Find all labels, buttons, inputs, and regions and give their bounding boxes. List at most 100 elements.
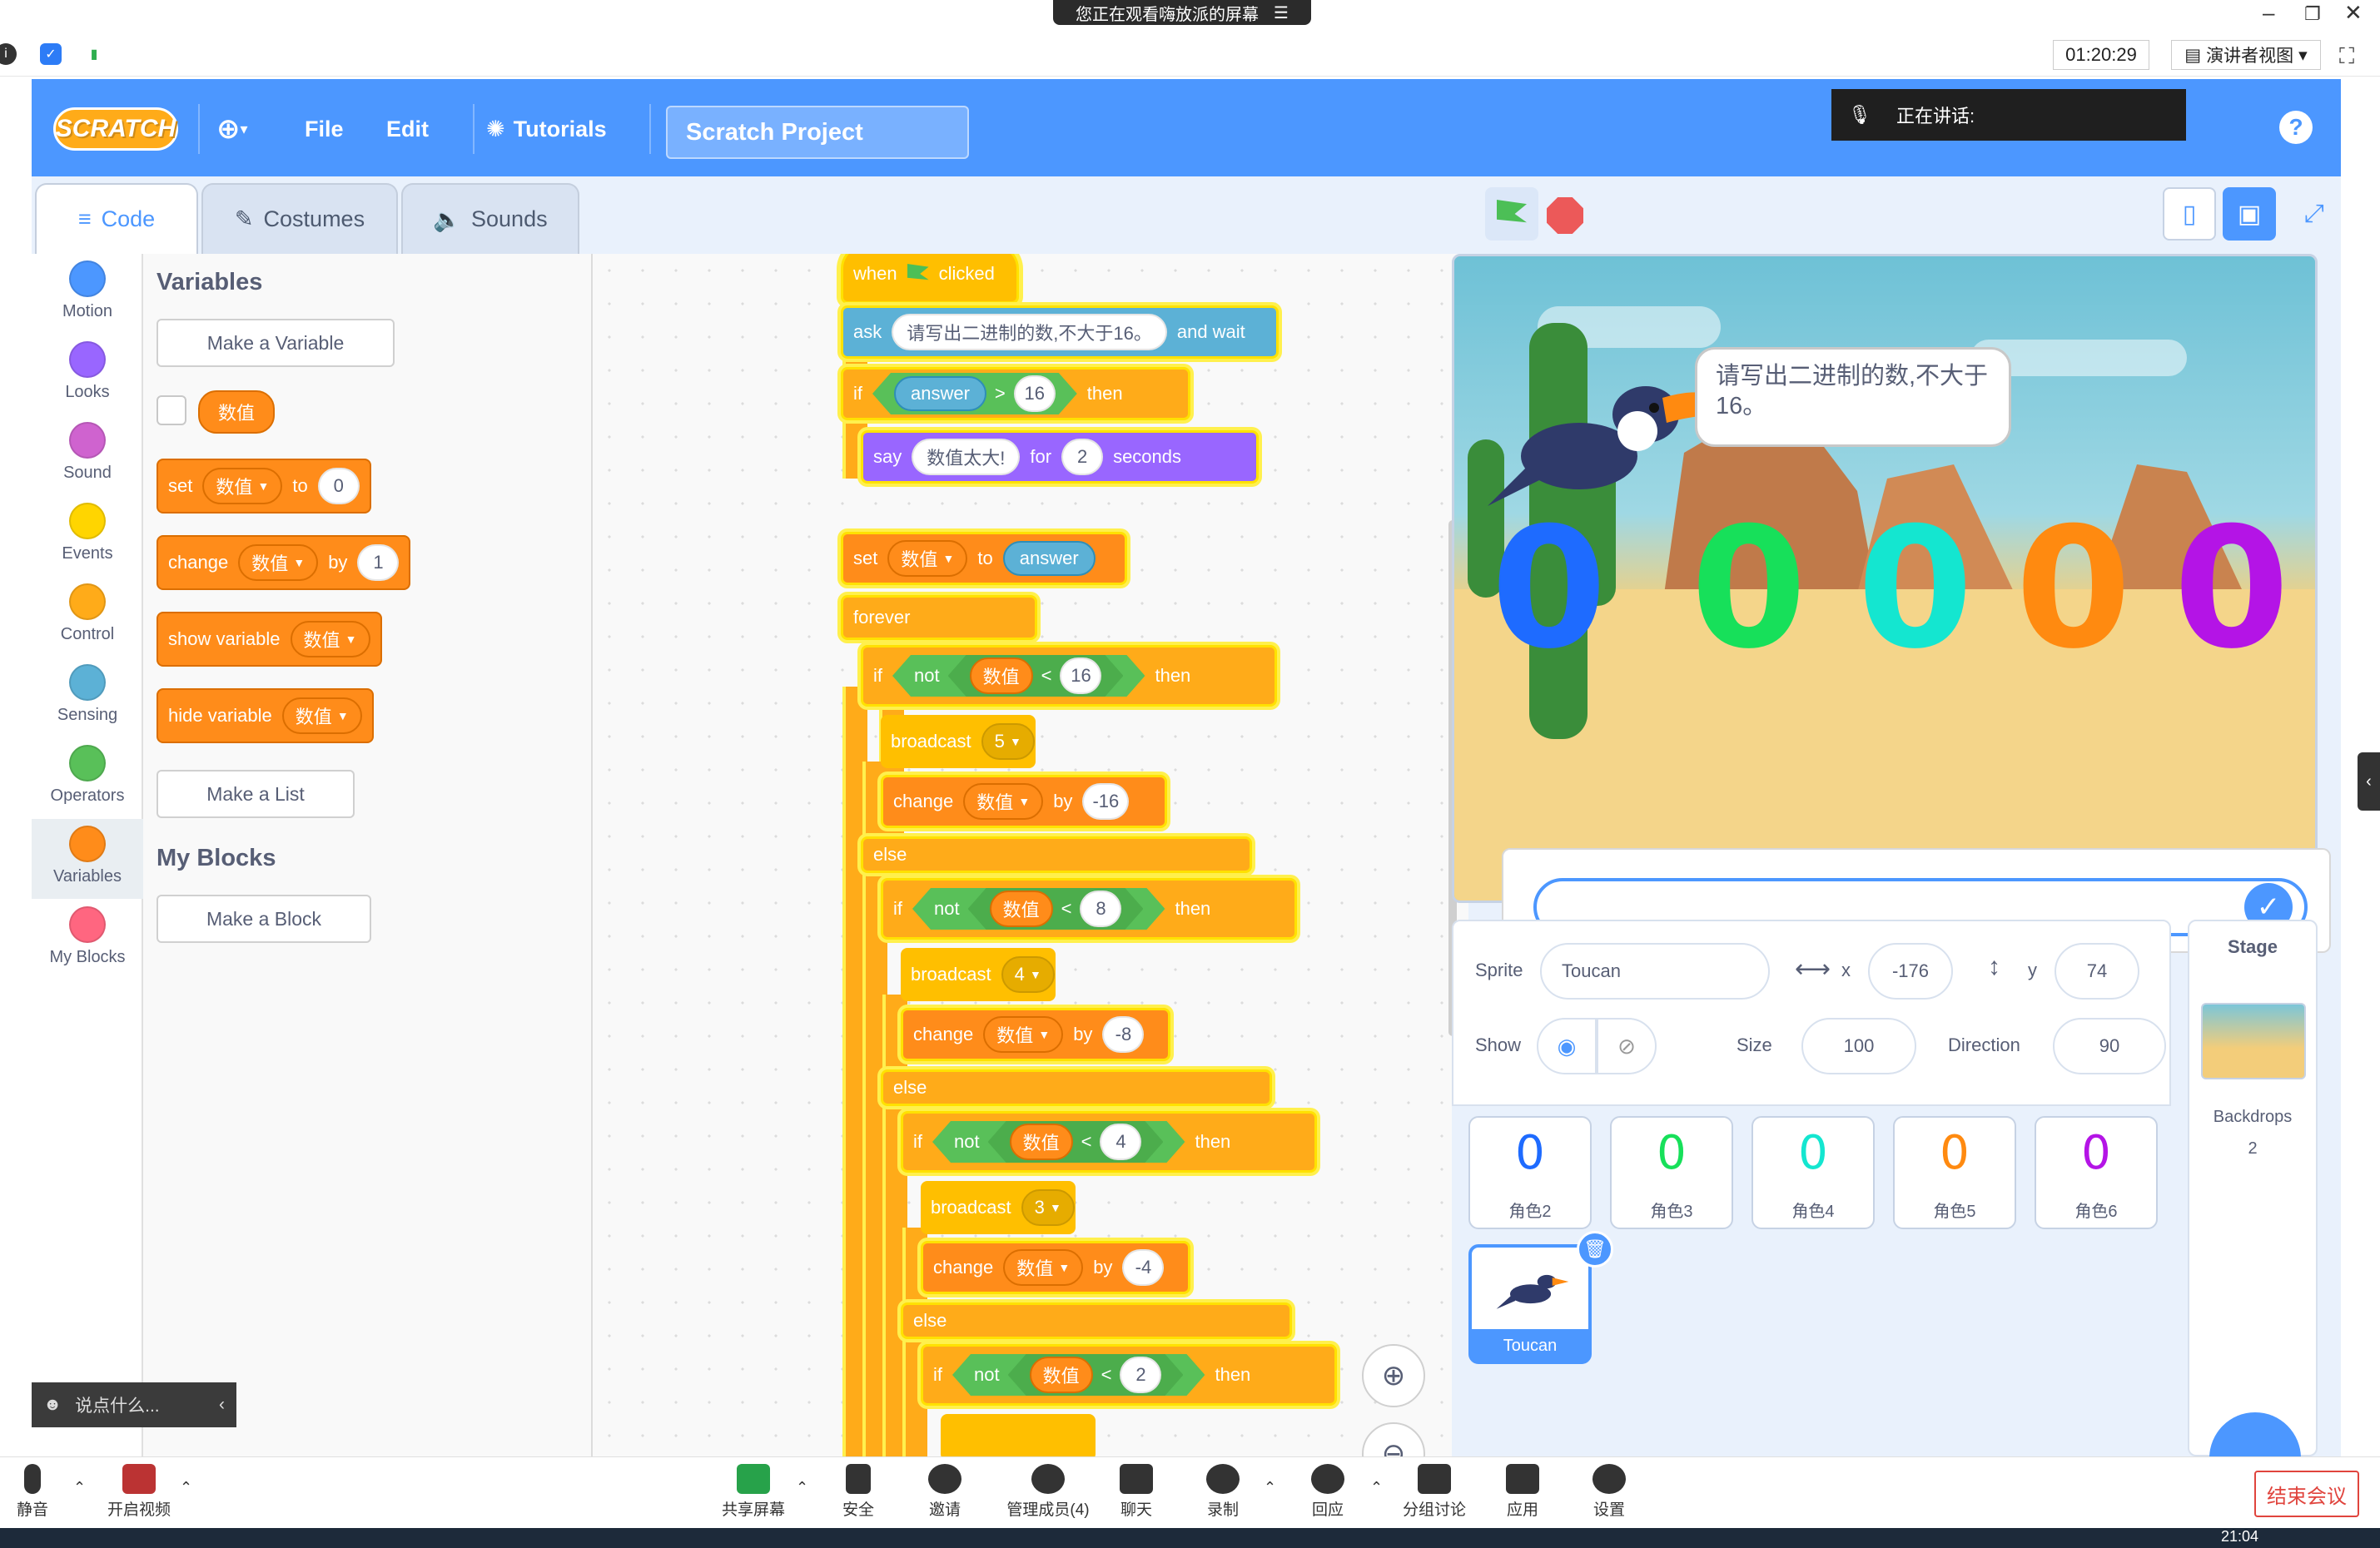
stop-button[interactable] [1547,197,1583,234]
participants-button[interactable]: 管理成员(4) [994,1464,1102,1520]
set-variable-block[interactable]: set 数值 ▼ to answer [841,532,1127,585]
variable-reporter[interactable]: 数值 [970,657,1033,694]
category-variables[interactable]: Variables [32,819,143,899]
message-dropdown[interactable]: 5 ▼ [981,723,1035,760]
close-icon[interactable]: ✕ [2344,0,2363,26]
make-block-button[interactable]: Make a Block [157,895,371,943]
variable-dropdown[interactable]: 数值 ▼ [202,468,283,504]
forever-block[interactable]: forever [841,595,1037,640]
variable-dropdown[interactable]: 数值 ▼ [1003,1249,1084,1286]
stage-target-pane[interactable]: Stage Backdrops 2 [2188,920,2318,1456]
chevron-up-icon[interactable]: ⌃ [73,1479,86,1496]
compare-value-input[interactable]: 4 [1100,1124,1141,1160]
scratch-logo[interactable]: SCRATCH [53,107,178,151]
category-motion[interactable]: Motion [32,254,143,334]
value-input[interactable]: 0 [317,468,360,504]
mute-button[interactable]: 静音 [0,1464,78,1520]
sprite-tile[interactable]: 0 角色4 [1751,1116,1875,1229]
variable-reporter[interactable]: 数值 [990,891,1053,927]
compare-value-input[interactable]: 2 [1120,1357,1161,1393]
value-input[interactable]: -4 [1122,1249,1165,1286]
message-dropdown[interactable]: 4 ▼ [1001,956,1055,993]
invite-button[interactable]: 邀请 [899,1464,991,1520]
less-than-operator[interactable]: 数值 < 4 [988,1121,1164,1163]
security-button[interactable]: 安全 [812,1464,904,1520]
change-variable-block[interactable]: change 数值 ▼ by 1 [157,535,411,590]
if-then-block[interactable]: if answer > 16 then [841,367,1190,420]
tab-sounds[interactable]: 🔈 Sounds [401,183,579,254]
variable-reporter[interactable]: 数值 [1030,1357,1093,1393]
language-menu[interactable]: ⊕ ▾ [216,112,248,146]
sprite-tile[interactable]: 0 角色3 [1610,1116,1733,1229]
sprite-tile-selected[interactable]: Toucan [1468,1244,1592,1364]
change-variable-block[interactable]: change 数值 ▼ by -16 [881,775,1167,828]
less-than-operator[interactable]: 数值 < 2 [1008,1354,1184,1396]
size-input[interactable]: 100 [1801,1018,1916,1074]
sprite-tile[interactable]: 0 角色2 [1468,1116,1592,1229]
y-input[interactable]: 74 [2055,943,2139,1000]
category-sensing[interactable]: Sensing [32,657,143,737]
tutorials-menu[interactable]: ✺ Tutorials [486,112,607,146]
choose-backdrop-button[interactable] [2209,1412,2301,1456]
reactions-button[interactable]: 回应 [1282,1464,1374,1520]
chevron-up-icon[interactable]: ⌃ [180,1479,192,1496]
chevron-up-icon[interactable]: ⌃ [796,1479,808,1496]
if-then-block[interactable]: if not 数值 < 2 then [921,1344,1337,1406]
compare-value-input[interactable]: 8 [1080,891,1121,927]
compare-value-input[interactable]: 16 [1014,375,1056,412]
not-operator[interactable]: not 数值 < 16 [892,655,1145,697]
help-icon[interactable]: ? [2279,111,2313,144]
hide-sprite-toggle[interactable]: ⊘ [1597,1018,1657,1074]
message-dropdown[interactable]: 3 ▼ [1021,1189,1075,1226]
answer-reporter[interactable]: answer [1002,541,1096,576]
x-input[interactable]: -176 [1868,943,1953,1000]
value-input[interactable]: -8 [1102,1016,1145,1053]
chat-button[interactable]: 聊天 [1091,1464,1182,1520]
variable-checkbox[interactable] [157,395,186,425]
category-operators[interactable]: Operators [32,738,143,818]
breakout-rooms-button[interactable]: 分组讨论 [1389,1464,1480,1520]
show-sprite-toggle[interactable]: ◉ [1537,1018,1597,1074]
share-banner[interactable]: 您正在观看嗨放派的屏幕 ☰ [1053,0,1311,25]
chevron-up-icon[interactable]: ⌃ [1370,1479,1383,1496]
less-than-operator[interactable]: 数值 < 16 [948,655,1124,697]
variable-reporter[interactable]: 数值 [1010,1124,1073,1160]
record-button[interactable]: 录制 [1177,1464,1269,1520]
answer-reporter[interactable]: answer [894,376,986,411]
share-screen-button[interactable]: 共享屏幕 [708,1464,799,1520]
category-control[interactable]: Control [32,577,143,657]
greater-than-operator[interactable]: answer > 16 [872,373,1077,414]
sprite-name-input[interactable]: Toucan [1540,943,1770,1000]
apps-button[interactable]: 应用 [1477,1464,1568,1520]
category-looks[interactable]: Looks [32,335,143,414]
direction-input[interactable]: 90 [2053,1018,2166,1074]
restore-icon[interactable]: ❐ [2304,3,2321,25]
variable-dropdown[interactable]: 数值 ▼ [290,621,370,657]
value-input[interactable]: -16 [1082,783,1130,820]
emoji-icon[interactable]: ☻ [43,1395,62,1415]
shield-icon[interactable]: ✓ [40,43,62,65]
chevron-left-icon[interactable]: ‹ [219,1395,225,1415]
chevron-up-icon[interactable]: ⌃ [1264,1479,1276,1496]
green-flag-button[interactable] [1485,187,1538,241]
change-variable-block[interactable]: change 数值 ▼ by -4 [921,1241,1190,1294]
variable-dropdown[interactable]: 数值 ▼ [238,544,319,581]
file-menu[interactable]: File [305,112,344,146]
edit-menu[interactable]: Edit [386,112,429,146]
ask-text-input[interactable]: 请写出二进制的数,不大于16。 [892,314,1167,350]
broadcast-block[interactable]: broadcast 5 ▼ [881,715,1036,768]
video-button[interactable]: 开启视频 [93,1464,185,1520]
sprite-tile[interactable]: 0 角色6 [2035,1116,2158,1229]
settings-button[interactable]: 设置 [1563,1464,1655,1520]
broadcast-block[interactable]: broadcast 4 ▼ [901,948,1056,1001]
set-variable-block[interactable]: set 数值 ▼ to 0 [157,459,371,514]
variable-reporter[interactable]: 数值 [198,390,276,434]
end-meeting-button[interactable]: 结束会议 [2254,1471,2359,1517]
make-variable-button[interactable]: Make a Variable [157,319,395,367]
delete-sprite-icon[interactable]: 🗑 [1577,1231,1613,1268]
category-my-blocks[interactable]: My Blocks [32,900,143,980]
if-else-block[interactable]: if not 数值 < 16 then [861,645,1277,707]
variable-dropdown[interactable]: 数值 ▼ [887,540,968,577]
side-panel-toggle[interactable]: ‹ [2358,752,2380,811]
broadcast-block-partial[interactable] [941,1414,1096,1456]
